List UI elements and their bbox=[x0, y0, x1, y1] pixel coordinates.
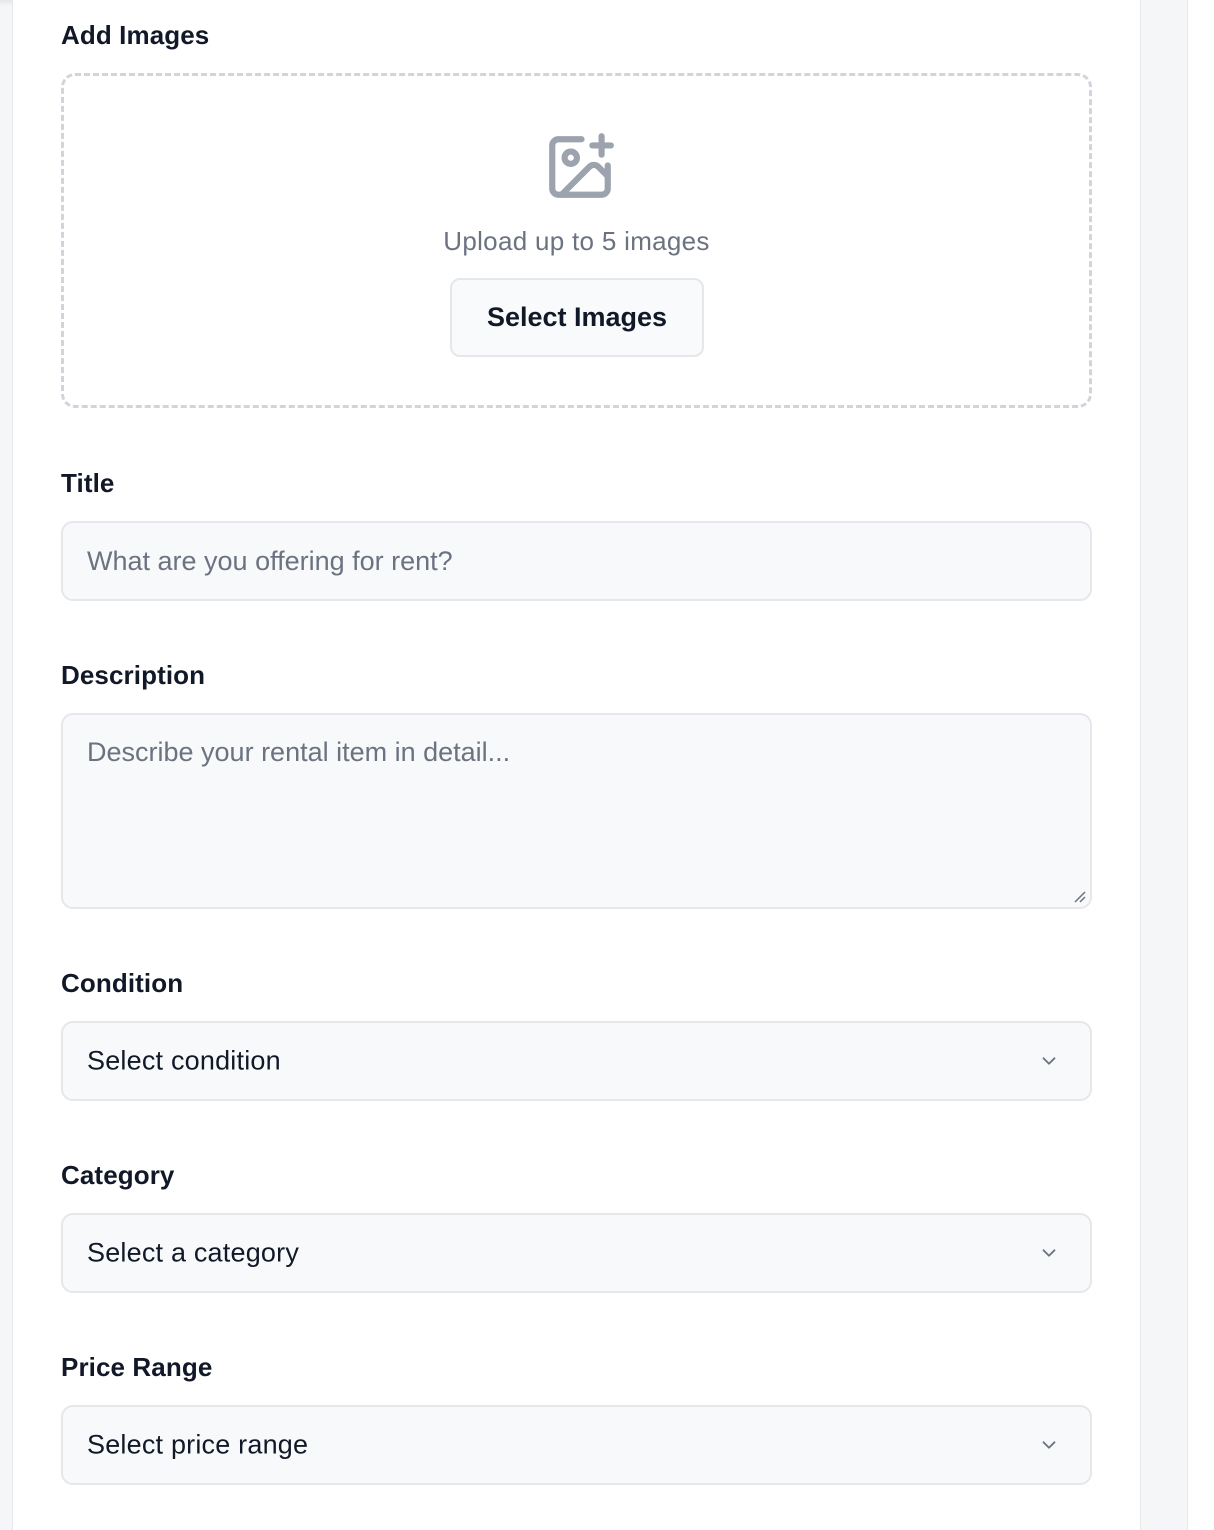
add-images-label: Add Images bbox=[61, 20, 210, 50]
listing-form-card: Add Images Upload up to 5 images Select … bbox=[12, 0, 1141, 1530]
description-label: Description bbox=[61, 660, 206, 690]
condition-label: Condition bbox=[61, 968, 184, 998]
condition-select[interactable]: Select condition bbox=[61, 1021, 1092, 1101]
image-dropzone[interactable]: Upload up to 5 images Select Images bbox=[61, 73, 1092, 408]
title-label: Title bbox=[61, 468, 115, 498]
chevron-down-icon bbox=[1042, 1057, 1056, 1065]
price-range-select[interactable]: Select price range bbox=[61, 1405, 1092, 1485]
title-input[interactable] bbox=[63, 523, 1090, 599]
upload-hint: Upload up to 5 images bbox=[443, 226, 710, 256]
select-images-button[interactable]: Select Images bbox=[450, 278, 704, 357]
title-field[interactable] bbox=[61, 521, 1092, 601]
description-textarea[interactable] bbox=[63, 715, 1090, 907]
chevron-down-icon bbox=[1042, 1249, 1056, 1257]
description-field[interactable] bbox=[61, 713, 1092, 909]
price-range-label: Price Range bbox=[61, 1352, 213, 1382]
image-plus-icon bbox=[549, 133, 614, 198]
resize-handle-icon[interactable] bbox=[1072, 889, 1086, 903]
right-edge bbox=[1188, 0, 1214, 1530]
chevron-down-icon bbox=[1042, 1441, 1056, 1449]
category-selected-value: Select a category bbox=[87, 1237, 300, 1268]
condition-selected-value: Select condition bbox=[87, 1045, 281, 1076]
right-rail bbox=[1141, 0, 1188, 1530]
category-label: Category bbox=[61, 1160, 175, 1190]
category-select[interactable]: Select a category bbox=[61, 1213, 1092, 1293]
price-range-selected-value: Select price range bbox=[87, 1429, 309, 1460]
